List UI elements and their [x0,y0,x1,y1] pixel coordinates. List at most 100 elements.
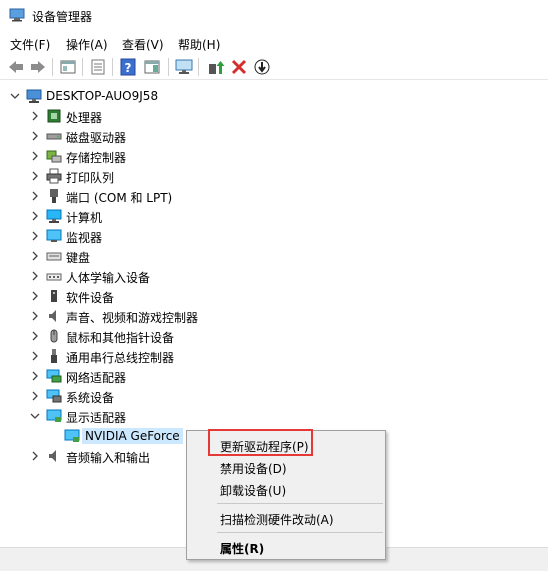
help-icon[interactable]: ? [118,58,138,76]
toolbar-separator [52,58,53,76]
tree-item-software-devices[interactable]: 软件设备 [0,286,548,306]
scan-hardware-icon[interactable] [174,58,194,76]
tree-item-network-adapters[interactable]: 网络适配器 [0,366,548,386]
tree-item-label: 人体学输入设备 [66,271,151,285]
list-view-icon[interactable] [88,58,108,76]
tree-item-label: 监视器 [66,231,103,245]
chevron-right-icon[interactable] [30,271,40,281]
tree-item-usb[interactable]: 通用串行总线控制器 [0,346,548,366]
tree-item-label: 处理器 [66,111,103,125]
disk-drive-icon [46,133,62,140]
tree-item-system-devices[interactable]: 系统设备 [0,386,548,406]
chevron-right-icon[interactable] [30,451,40,461]
menu-help[interactable]: 帮助(H) [178,36,220,53]
chevron-down-icon[interactable] [10,91,20,101]
tree-item-label: 磁盘驱动器 [66,131,127,145]
tree-item-label: 打印队列 [66,171,115,185]
tree-item-monitors[interactable]: 监视器 [0,226,548,246]
disable-device-menu-item[interactable]: 禁用设备(D) [188,456,384,478]
svg-text:?: ? [125,61,132,75]
tree-item-label: 通用串行总线控制器 [66,351,175,365]
port-icon [50,189,58,203]
processor-icon [47,109,61,123]
chevron-down-icon[interactable] [30,411,40,421]
hid-icon [46,273,62,281]
toolbar-separator [168,58,169,76]
chevron-right-icon[interactable] [30,131,40,141]
action-pane-icon[interactable] [142,58,162,76]
tree-root[interactable]: DESKTOP-AUO9J58 [0,86,548,106]
printer-icon [46,168,62,184]
tree-item-label: 系统设备 [66,391,115,405]
toolbar: ? [0,54,548,80]
tree-item-label: 计算机 [66,211,103,225]
menu-separator [217,532,383,533]
computer-icon [46,209,62,223]
chevron-right-icon[interactable] [30,291,40,301]
tree-item-processor[interactable]: 处理器 [0,106,548,126]
uninstall-device-menu-item[interactable]: 卸载设备(U) [188,478,384,500]
chevron-right-icon[interactable] [30,191,40,201]
tree-item-label: 鼠标和其他指针设备 [66,331,175,345]
display-adapter-icon [46,409,62,422]
mouse-icon [50,329,58,343]
toolbar-separator [112,58,113,76]
chevron-right-icon[interactable] [30,251,40,261]
monitor-icon [46,229,62,242]
chevron-right-icon[interactable] [30,351,40,361]
usb-icon [51,349,57,363]
tree-item-hid[interactable]: 人体学输入设备 [0,266,548,286]
computer-name: DESKTOP-AUO9J58 [46,89,159,103]
chevron-right-icon[interactable] [30,111,40,121]
tree-item-print-queues[interactable]: 打印队列 [0,166,548,186]
keyboard-icon [46,252,62,261]
scan-hardware-menu-item[interactable]: 扫描检测硬件改动(A) [188,507,384,529]
menu-bar: 文件(F) 操作(A) 查看(V) 帮助(H) [0,32,548,54]
menu-separator [217,503,383,504]
storage-controller-icon [46,150,62,163]
tree-item-mice[interactable]: 鼠标和其他指针设备 [0,326,548,346]
software-device-icon [51,290,57,302]
menu-item-label: 扫描检测硬件改动(A) [220,513,334,527]
chevron-right-icon[interactable] [30,151,40,161]
chevron-right-icon[interactable] [30,331,40,341]
chevron-right-icon[interactable] [30,171,40,181]
tree-item-ports[interactable]: 端口 (COM 和 LPT) [0,186,548,206]
system-device-icon [46,389,62,403]
menu-file[interactable]: 文件(F) [10,36,50,53]
display-adapter-icon [64,429,80,442]
tree-item-label: 音频输入和输出 [66,451,151,465]
title-bar: 设备管理器 [0,0,548,32]
tree-item-sound[interactable]: 声音、视频和游戏控制器 [0,306,548,326]
tree-item-label: 网络适配器 [66,371,127,385]
properties-menu-item[interactable]: 属性(R) [188,536,384,558]
tree-item-computer[interactable]: 计算机 [0,206,548,226]
chevron-right-icon[interactable] [30,391,40,401]
back-icon[interactable] [6,58,26,76]
menu-item-label: 卸载设备(U) [220,484,287,498]
update-driver-icon[interactable] [206,58,226,76]
enable-device-icon[interactable] [252,58,272,76]
uninstall-device-icon[interactable] [229,58,249,76]
menu-action[interactable]: 操作(A) [66,36,108,53]
toolbar-separator [198,58,199,76]
properties-icon[interactable] [58,58,78,76]
tree-item-display-adapters[interactable]: 显示适配器 [0,406,548,426]
tree-item-storage-controllers[interactable]: 存储控制器 [0,146,548,166]
chevron-right-icon[interactable] [30,311,40,321]
computer-icon [26,89,42,103]
highlight-box [208,429,313,456]
tree-item-disk-drives[interactable]: 磁盘驱动器 [0,126,548,146]
forward-icon[interactable] [28,58,48,76]
toolbar-separator [82,58,83,76]
tree-item-label: 软件设备 [66,291,115,305]
chevron-right-icon[interactable] [30,231,40,241]
menu-item-label: 属性(R) [220,542,265,556]
chevron-right-icon[interactable] [30,211,40,221]
tree-item-label: 显示适配器 [66,411,127,425]
chevron-right-icon[interactable] [30,371,40,381]
menu-view[interactable]: 查看(V) [122,36,164,53]
menu-item-label: 禁用设备(D) [220,462,287,476]
tree-item-label: 存储控制器 [66,151,127,165]
tree-item-keyboards[interactable]: 键盘 [0,246,548,266]
